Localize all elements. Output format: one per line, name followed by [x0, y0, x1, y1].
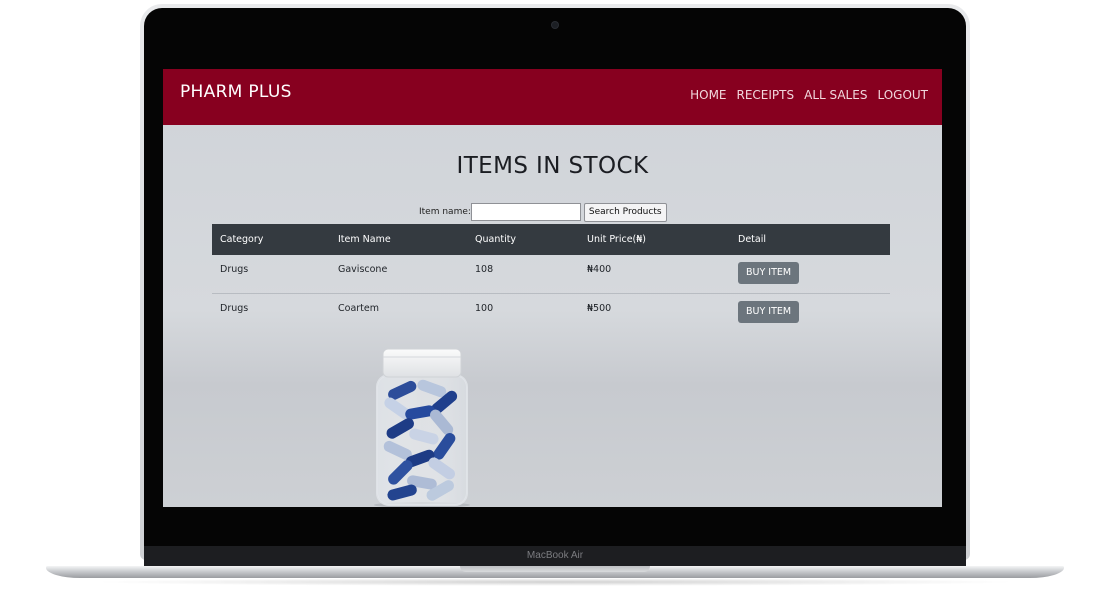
search-input[interactable]: [470, 203, 581, 221]
search-label: Item name:: [419, 207, 471, 217]
column-header-category: Category: [212, 224, 330, 255]
nav-link-logout[interactable]: LOGOUT: [877, 88, 928, 102]
nav-links: HOME RECEIPTS ALL SALES LOGOUT: [690, 88, 928, 102]
column-header-quantity: Quantity: [467, 224, 579, 255]
nav-link-receipts[interactable]: RECEIPTS: [737, 88, 795, 102]
cell-item-name: Coartem: [338, 302, 379, 314]
column-header-item-name: Item Name: [330, 224, 467, 255]
cell-detail: BUY ITEM: [730, 293, 890, 331]
app-screen: PHARM PLUS HOME RECEIPTS ALL SALES LOGOU…: [163, 69, 942, 507]
brand-logo[interactable]: PHARM PLUS: [180, 82, 292, 102]
laptop-mockup: MacBook Air PHARM PLUS HOME RECEIPTS ALL…: [0, 0, 1110, 598]
laptop-shadow: [90, 578, 1020, 586]
device-label: MacBook Air: [526, 550, 584, 561]
nav-link-all-sales[interactable]: ALL SALES: [804, 88, 867, 102]
table-row: Drugs Gaviscone 108 ₦400 BUY ITEM: [212, 255, 890, 294]
table-row: Drugs Coartem 100 ₦500 BUY ITEM: [212, 293, 890, 331]
search-form: Item name: Search Products: [419, 202, 667, 222]
cell-unit-price: ₦400: [579, 255, 730, 294]
table-header-row: Category Item Name Quantity Unit Price(₦…: [212, 224, 890, 255]
stock-table: Category Item Name Quantity Unit Price(₦…: [212, 224, 890, 331]
buy-item-button[interactable]: BUY ITEM: [738, 300, 800, 323]
cell-quantity: 108: [467, 255, 579, 294]
cell-category: Drugs: [220, 302, 249, 314]
cell-quantity: 100: [475, 302, 494, 314]
column-header-detail: Detail: [730, 224, 890, 255]
laptop-notch: [460, 566, 650, 572]
cell-item-name: Gaviscone: [330, 255, 467, 294]
page-title: ITEMS IN STOCK: [456, 153, 649, 179]
search-products-button[interactable]: Search Products: [583, 202, 667, 222]
camera-icon: [552, 22, 558, 28]
cell-category: Drugs: [212, 255, 330, 294]
nav-link-home[interactable]: HOME: [690, 88, 726, 102]
pill-jar-icon: [374, 348, 470, 507]
cell-unit-price: ₦500: [587, 302, 612, 314]
cell-detail: BUY ITEM: [730, 255, 890, 294]
buy-item-button[interactable]: BUY ITEM: [738, 262, 800, 284]
column-header-unit-price: Unit Price(₦): [579, 224, 730, 255]
navbar: PHARM PLUS HOME RECEIPTS ALL SALES LOGOU…: [163, 69, 942, 125]
